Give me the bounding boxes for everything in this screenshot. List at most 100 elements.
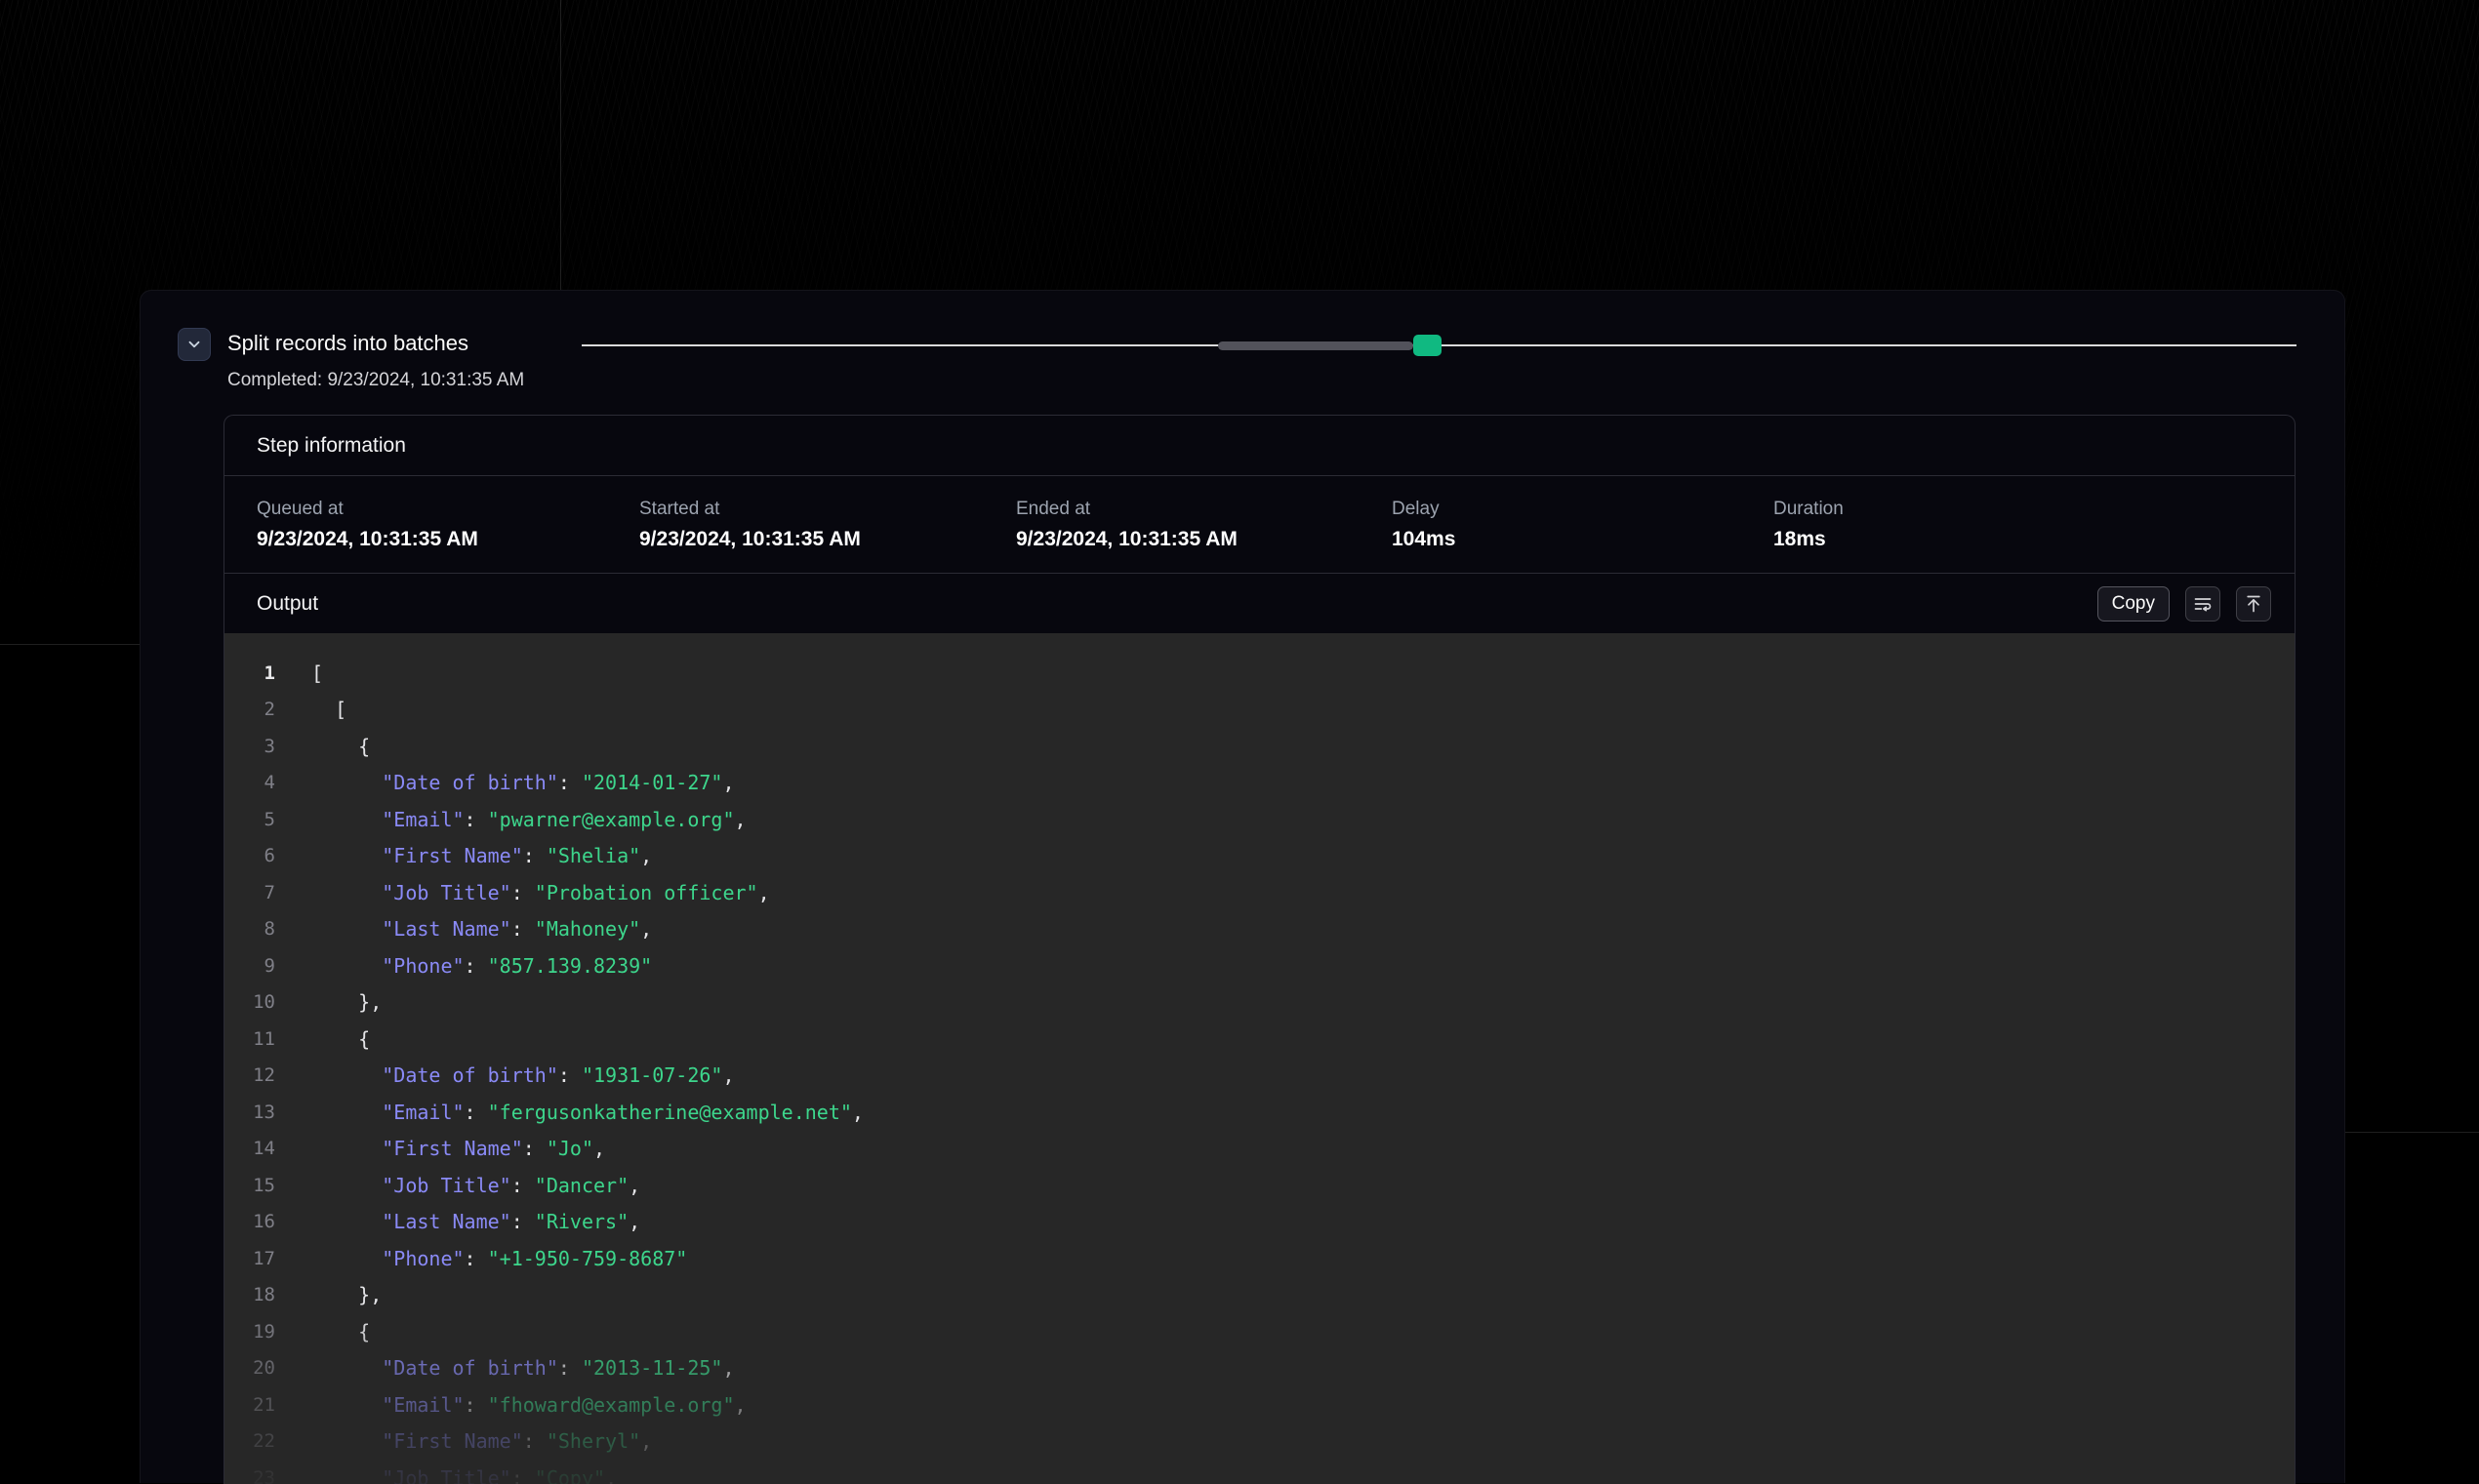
step-timeline[interactable]	[582, 334, 2296, 357]
code-text: "Last Name": "Rivers",	[311, 1210, 640, 1233]
line-number: 1	[224, 662, 275, 684]
timeline-step-marker[interactable]	[1413, 335, 1442, 356]
step-info-field-started-at: Started at 9/23/2024, 10:31:35 AM	[639, 499, 1016, 551]
step-detail-panel: Split records into batches Completed: 9/…	[140, 290, 2345, 1483]
output-toolbar: Output Copy	[224, 574, 2295, 633]
code-text: "Email": "fergusonkatherine@example.net"…	[311, 1101, 864, 1124]
scroll-to-top-button[interactable]	[2236, 586, 2271, 622]
step-info-field-duration: Duration 18ms	[1773, 499, 2295, 551]
line-number: 20	[224, 1357, 275, 1379]
line-number: 10	[224, 991, 275, 1013]
code-text: "Date of birth": "1931-07-26",	[311, 1063, 735, 1087]
code-text: {	[311, 1320, 370, 1344]
field-label: Ended at	[1016, 499, 1392, 520]
background-gridline-left	[0, 644, 140, 645]
code-text: {	[311, 1027, 370, 1051]
code-line: 19 {	[224, 1313, 2295, 1350]
code-line: 20 "Date of birth": "2013-11-25",	[224, 1350, 2295, 1387]
field-value: 18ms	[1773, 528, 2295, 551]
scroll-to-top-icon	[2244, 594, 2263, 614]
code-line: 12 "Date of birth": "1931-07-26",	[224, 1058, 2295, 1095]
code-line: 5 "Email": "pwarner@example.org",	[224, 801, 2295, 838]
code-text: [	[311, 662, 323, 685]
line-number: 11	[224, 1028, 275, 1050]
code-line: 18 },	[224, 1277, 2295, 1314]
timeline-delay-segment	[1218, 341, 1413, 350]
wrap-text-button[interactable]	[2185, 586, 2220, 622]
step-info-field-delay: Delay 104ms	[1392, 499, 1773, 551]
line-number: 6	[224, 845, 275, 866]
line-number: 4	[224, 772, 275, 793]
step-information-title: Step information	[257, 434, 406, 458]
code-line: 21 "Email": "fhoward@example.org",	[224, 1386, 2295, 1424]
code-line: 7 "Job Title": "Probation officer",	[224, 874, 2295, 911]
code-text: "Job Title": "Probation officer",	[311, 881, 770, 904]
line-number: 9	[224, 955, 275, 977]
collapse-step-button[interactable]	[178, 328, 211, 361]
code-lines: 1[2 [3 {4 "Date of birth": "2014-01-27",…	[224, 655, 2295, 1484]
code-line: 15 "Job Title": "Dancer",	[224, 1167, 2295, 1204]
field-value: 9/23/2024, 10:31:35 AM	[639, 528, 1016, 551]
code-line: 2 [	[224, 692, 2295, 729]
field-label: Queued at	[257, 499, 639, 520]
code-text: "Email": "pwarner@example.org",	[311, 808, 747, 831]
step-info-field-queued-at: Queued at 9/23/2024, 10:31:35 AM	[257, 499, 639, 551]
line-number: 22	[224, 1430, 275, 1452]
line-number: 2	[224, 699, 275, 720]
code-line: 3 {	[224, 728, 2295, 765]
code-text: },	[311, 990, 382, 1014]
field-value: 9/23/2024, 10:31:35 AM	[257, 528, 639, 551]
background-gridline-vertical	[560, 0, 561, 290]
line-number: 5	[224, 809, 275, 830]
copy-button[interactable]: Copy	[2097, 586, 2170, 622]
output-actions: Copy	[2097, 586, 2271, 622]
code-line: 22 "First Name": "Sheryl",	[224, 1424, 2295, 1461]
line-number: 7	[224, 882, 275, 903]
field-value: 9/23/2024, 10:31:35 AM	[1016, 528, 1392, 551]
output-code-viewer[interactable]: 1[2 [3 {4 "Date of birth": "2014-01-27",…	[224, 633, 2295, 1484]
step-information-header: Step information	[224, 416, 2295, 476]
step-info-field-ended-at: Ended at 9/23/2024, 10:31:35 AM	[1016, 499, 1392, 551]
chevron-down-icon	[185, 336, 203, 353]
field-label: Duration	[1773, 499, 2295, 520]
line-number: 19	[224, 1321, 275, 1343]
background-gridline-right	[2345, 1132, 2479, 1133]
output-title: Output	[257, 592, 318, 616]
step-completed-timestamp: Completed: 9/23/2024, 10:31:35 AM	[227, 370, 524, 391]
code-text: "First Name": "Shelia",	[311, 844, 652, 867]
code-text: "Email": "fhoward@example.org",	[311, 1393, 747, 1417]
code-line: 6 "First Name": "Shelia",	[224, 838, 2295, 875]
code-text: "Last Name": "Mahoney",	[311, 917, 652, 941]
code-line: 16 "Last Name": "Rivers",	[224, 1204, 2295, 1241]
code-text: "First Name": "Sheryl",	[311, 1429, 652, 1453]
line-number: 23	[224, 1467, 275, 1484]
line-number: 21	[224, 1394, 275, 1416]
line-number: 8	[224, 918, 275, 940]
step-information-card: Step information Queued at9/23/2024, 10:…	[224, 415, 2296, 1484]
code-line: 23 "Job Title": "Copy",	[224, 1460, 2295, 1484]
code-text: "Job Title": "Copy",	[311, 1466, 617, 1484]
code-text: "Job Title": "Dancer",	[311, 1174, 640, 1197]
line-number: 3	[224, 736, 275, 757]
code-line: 4 "Date of birth": "2014-01-27",	[224, 765, 2295, 802]
code-line: 17 "Phone": "+1-950-759-8687"	[224, 1240, 2295, 1277]
code-text: "Date of birth": "2013-11-25",	[311, 1356, 735, 1380]
line-number: 13	[224, 1102, 275, 1123]
line-number: 14	[224, 1138, 275, 1159]
wrap-text-icon	[2193, 594, 2213, 614]
field-label: Started at	[639, 499, 1016, 520]
code-line: 1[	[224, 655, 2295, 692]
code-text: "First Name": "Jo",	[311, 1137, 605, 1160]
code-line: 8 "Last Name": "Mahoney",	[224, 911, 2295, 948]
code-line: 14 "First Name": "Jo",	[224, 1131, 2295, 1168]
code-line: 10 },	[224, 984, 2295, 1022]
code-line: 11 {	[224, 1021, 2295, 1058]
step-info-fields: Queued at9/23/2024, 10:31:35 AMStarted a…	[224, 476, 2295, 574]
code-text: },	[311, 1283, 382, 1306]
line-number: 18	[224, 1284, 275, 1305]
step-title: Split records into batches	[227, 331, 468, 356]
code-text: "Phone": "+1-950-759-8687"	[311, 1247, 687, 1270]
line-number: 17	[224, 1248, 275, 1269]
field-value: 104ms	[1392, 528, 1773, 551]
field-label: Delay	[1392, 499, 1773, 520]
